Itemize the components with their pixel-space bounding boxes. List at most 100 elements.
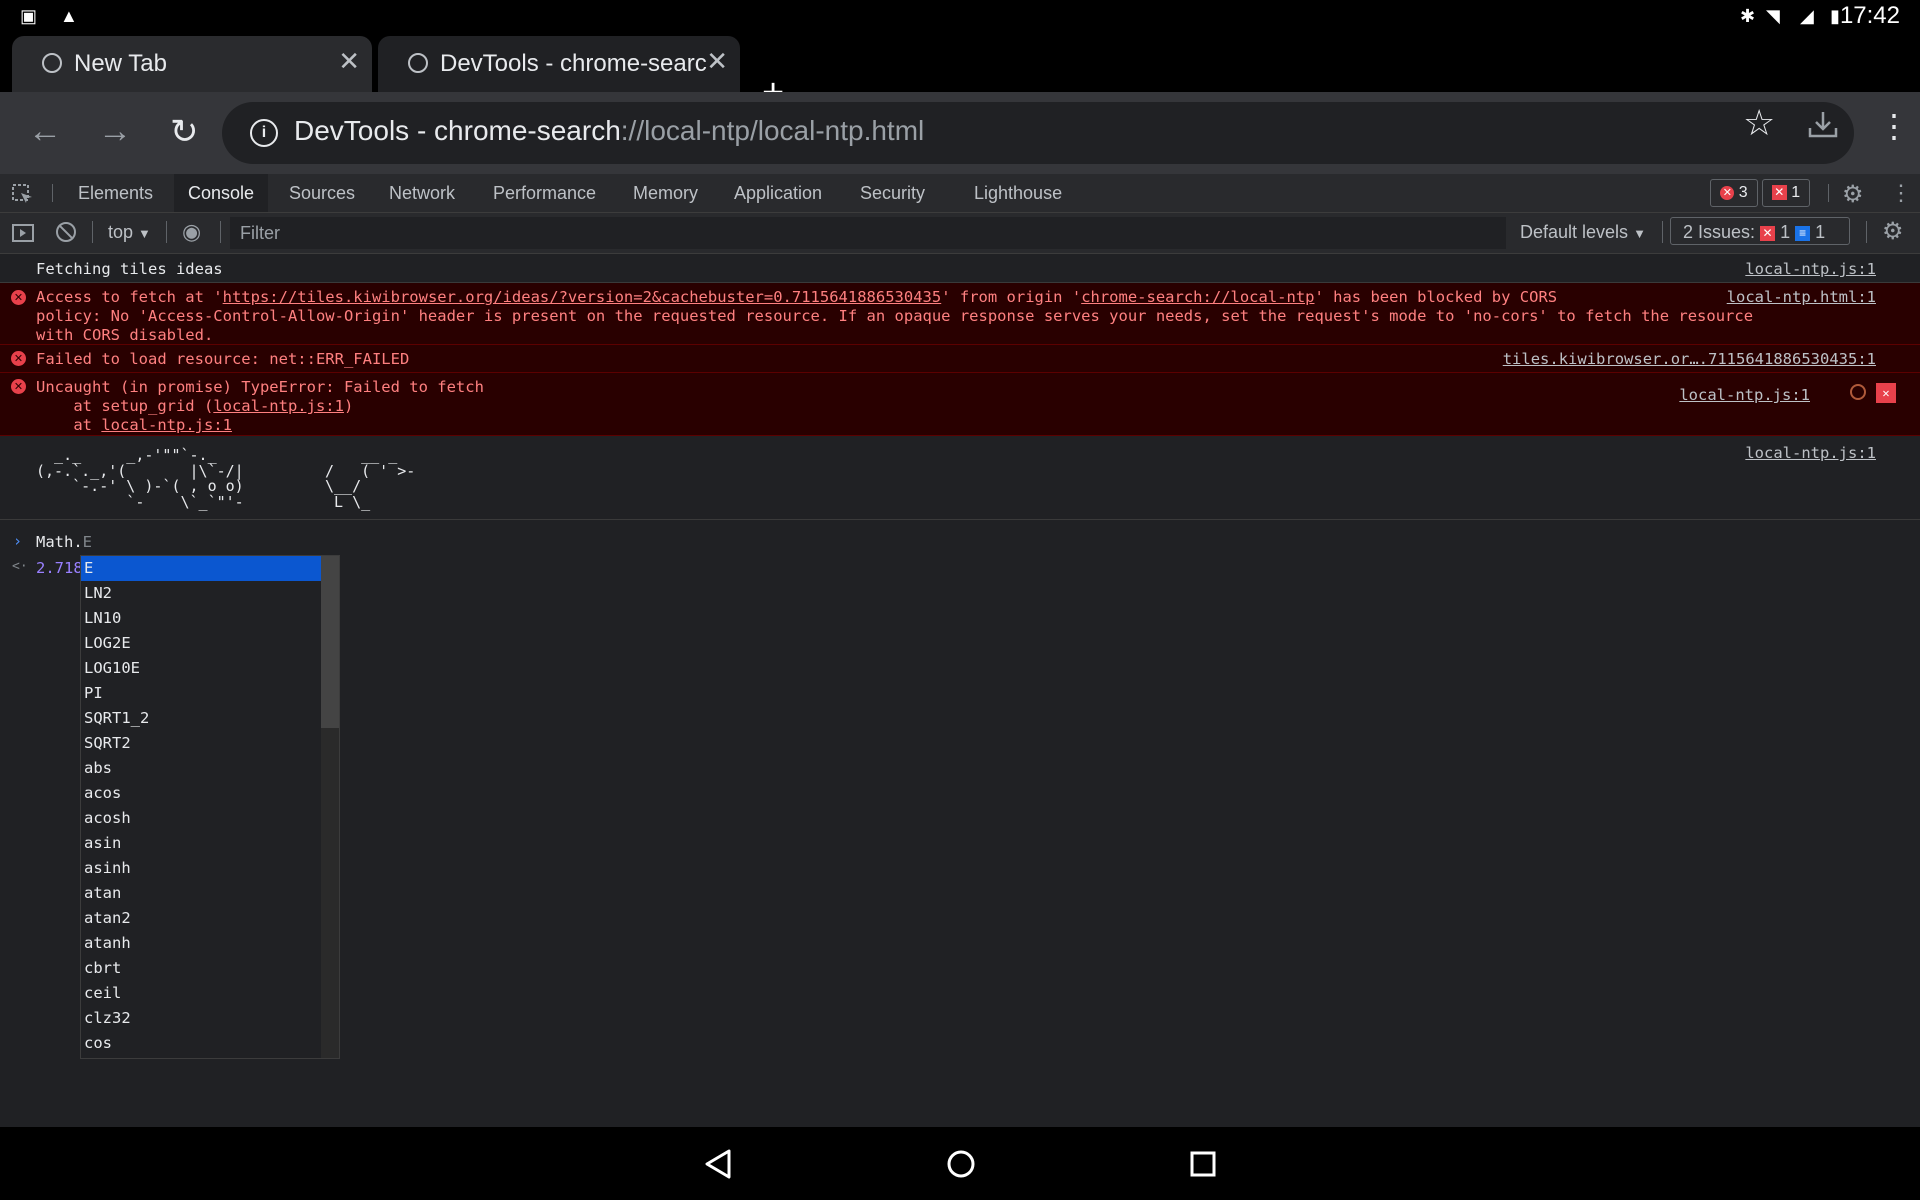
reload-icon[interactable]: ↻ (170, 112, 199, 152)
info-icon[interactable]: i (250, 119, 278, 147)
error-count-badge[interactable]: ✕ 3 (1710, 179, 1758, 207)
autocomplete-list[interactable]: E LN2 LN10 LOG2E LOG10E PI SQRT1_2 SQRT2 abs acos… (80, 555, 340, 1059)
autocomplete-item[interactable]: LOG2E (81, 631, 339, 656)
source-link[interactable]: local-ntp.html:1 (1727, 288, 1876, 306)
ascii-art: _._ _,-'""`-._ __ _ (,-.`._,'( |\`-/| / … (36, 446, 416, 511)
home-nav-icon[interactable] (946, 1149, 976, 1179)
autocomplete-item[interactable]: LN10 (81, 606, 339, 631)
url-host: DevTools - chrome-search (294, 115, 621, 146)
issues-button[interactable]: 2 Issues: ✕ 1 ≡ 1 (1670, 217, 1850, 245)
back-icon[interactable]: ← (28, 112, 62, 151)
autocomplete-item[interactable]: SQRT1_2 (81, 706, 339, 731)
tab-security[interactable]: Security (860, 174, 925, 212)
close-icon[interactable]: ✕ (706, 46, 728, 77)
autocomplete-items: E LN2 LN10 LOG2E LOG10E PI SQRT1_2 SQRT2 abs acos… (81, 556, 339, 1056)
autocomplete-item[interactable]: acos (81, 781, 339, 806)
filter-input[interactable]: Filter (230, 217, 1506, 249)
issue-icon[interactable]: ✕ (1876, 383, 1896, 403)
tab-sources[interactable]: Sources (289, 174, 355, 212)
ghost-text: E (82, 533, 93, 551)
autocomplete-item[interactable]: PI (81, 681, 339, 706)
back-nav-icon[interactable] (704, 1149, 732, 1179)
divider (1662, 221, 1663, 243)
source-link[interactable]: local-ntp.js:1 (1745, 444, 1876, 462)
globe-icon (42, 53, 62, 73)
recents-nav-icon[interactable] (1190, 1151, 1216, 1177)
autocomplete-item[interactable]: acosh (81, 806, 339, 831)
autocomplete-item[interactable]: asin (81, 831, 339, 856)
error-text-part: ) (343, 397, 354, 415)
error-text-part: with CORS disabled. (36, 326, 214, 344)
warning-count-badge[interactable]: ✕ 1 (1762, 179, 1810, 207)
autocomplete-item[interactable]: abs (81, 756, 339, 781)
autocomplete-item[interactable]: atan (81, 881, 339, 906)
autocomplete-item[interactable]: LN2 (81, 581, 339, 606)
url-link[interactable]: https://tiles.kiwibrowser.org/ideas/?ver… (223, 288, 942, 306)
tab-lighthouse[interactable]: Lighthouse (974, 174, 1062, 212)
autocomplete-item[interactable]: cbrt (81, 956, 339, 981)
console-input[interactable]: Math.E (36, 533, 92, 551)
autocomplete-item[interactable]: clz32 (81, 1006, 339, 1031)
error-icon: ✕ (1720, 185, 1735, 200)
autocomplete-item[interactable]: SQRT2 (81, 731, 339, 756)
error-text: Access to fetch at 'https://tiles.kiwibr… (36, 288, 1753, 345)
tab-console[interactable]: Console (174, 174, 268, 212)
log-levels-select[interactable]: Default levels ▼ (1520, 222, 1646, 243)
error-text-part: Access to fetch at ' (36, 288, 223, 306)
stack-link[interactable]: local-ntp.js:1 (213, 397, 344, 415)
status-bar: ▣ ▲ ✱ ◥ ◢ ▮ 17:42 (0, 0, 1920, 32)
bluetooth-icon: ✱ (1740, 6, 1756, 26)
more-options-icon[interactable]: ⋮ (1890, 180, 1912, 206)
tab-strip: New Tab ✕ DevTools - chrome-searc ✕ + (0, 32, 1920, 114)
autocomplete-item[interactable]: LOG10E (81, 656, 339, 681)
source-link[interactable]: local-ntp.js:1 (1679, 386, 1810, 404)
forward-icon[interactable]: → (98, 112, 132, 151)
source-link[interactable]: tiles.kiwibrowser.or….7115641886530435:1 (1503, 350, 1876, 368)
context-select[interactable]: top ▼ (108, 222, 151, 243)
stack-link[interactable]: local-ntp.js:1 (101, 416, 232, 434)
prompt-chevron-icon: › (13, 532, 23, 550)
autocomplete-item[interactable]: ceil (81, 981, 339, 1006)
clock: 17:42 (1839, 2, 1900, 29)
tab-title: New Tab (74, 50, 167, 77)
menu-icon[interactable]: ⋮ (1878, 110, 1910, 142)
autocomplete-item[interactable]: E (81, 556, 339, 581)
close-icon[interactable]: ✕ (338, 46, 360, 77)
error-text: Failed to load resource: net::ERR_FAILED (36, 350, 410, 368)
tab-devtools[interactable]: DevTools - chrome-searc ✕ (378, 36, 740, 92)
battery-icon: ▮ (1830, 6, 1840, 26)
tab-application[interactable]: Application (734, 174, 822, 212)
sidebar-toggle-icon[interactable] (12, 224, 34, 242)
console-settings-gear-icon[interactable]: ⚙ (1882, 217, 1904, 246)
autocomplete-item[interactable]: atan2 (81, 906, 339, 931)
download-icon[interactable] (1808, 112, 1838, 138)
bookmark-star-icon[interactable]: ☆ (1743, 102, 1775, 144)
scrollbar-thumb[interactable] (321, 556, 339, 728)
autocomplete-item[interactable]: cos (81, 1031, 339, 1056)
browser-toolbar: ← → ↻ i DevTools - chrome-search://local… (0, 92, 1920, 174)
origin-link[interactable]: chrome-search://local-ntp (1081, 288, 1314, 306)
autocomplete-item[interactable]: atanh (81, 931, 339, 956)
inspect-element-icon[interactable] (12, 184, 34, 204)
tab-performance[interactable]: Performance (493, 174, 596, 212)
tab-memory[interactable]: Memory (633, 174, 698, 212)
error-message: ✕ Failed to load resource: net::ERR_FAIL… (0, 345, 1920, 373)
log-text: Fetching tiles ideas (36, 260, 223, 278)
debug-icon[interactable] (1850, 384, 1866, 400)
tab-new-tab[interactable]: New Tab ✕ (12, 36, 372, 92)
divider (166, 221, 167, 243)
source-link[interactable]: local-ntp.js:1 (1745, 260, 1876, 278)
clear-console-icon[interactable] (56, 222, 76, 242)
eye-icon[interactable]: ◉ (182, 219, 201, 245)
scrollbar-track[interactable] (321, 556, 339, 1058)
autocomplete-item[interactable]: asinh (81, 856, 339, 881)
url-text[interactable]: DevTools - chrome-search://local-ntp/loc… (294, 115, 924, 147)
signal-icon: ◢ (1800, 6, 1814, 26)
error-icon: ✕ (11, 379, 26, 394)
settings-gear-icon[interactable]: ⚙ (1842, 180, 1864, 209)
tab-elements[interactable]: Elements (64, 174, 154, 212)
address-bar[interactable]: i DevTools - chrome-search://local-ntp/l… (222, 102, 1854, 164)
error-text-part: at (36, 416, 102, 434)
tab-network[interactable]: Network (389, 174, 455, 212)
wifi-icon: ◥ (1766, 6, 1780, 26)
